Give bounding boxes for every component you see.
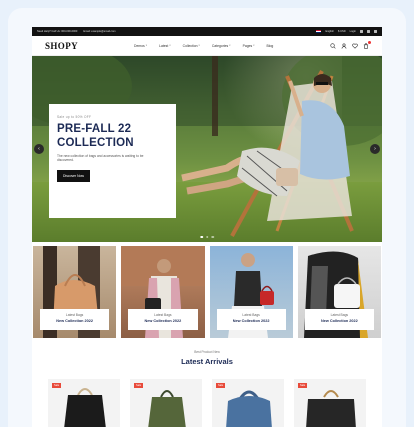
website-page: Need Help? Call Us: 000-000-0000 Email: … (32, 27, 382, 427)
product-card[interactable]: Sale (48, 379, 120, 427)
search-icon[interactable] (330, 42, 336, 49)
slider-prev-button[interactable]: ‹ (34, 144, 44, 154)
category-title: New Collection 2022 (232, 319, 270, 323)
cart-icon[interactable] (363, 40, 371, 49)
category-kicker: Latest Bags (65, 313, 84, 317)
product-card[interactable]: Sale (130, 379, 202, 427)
instagram-icon[interactable] (374, 30, 377, 33)
hero-kicker: Sale up to 50% OFF (57, 115, 92, 119)
category-card[interactable]: Latest Bags New Collection 2022 (297, 246, 381, 338)
product-image (226, 390, 272, 427)
slider-dot[interactable] (211, 235, 214, 238)
help-email: Email: example@email.com (83, 30, 116, 33)
twitter-icon[interactable] (367, 30, 370, 33)
slider-next-button[interactable]: › (370, 144, 380, 154)
category-banners: Latest Bags New Collection 2022 Latest B… (32, 242, 382, 338)
product-image (148, 390, 186, 427)
section-kicker: Best Product New (194, 350, 220, 354)
hero-title-line1: PRE-FALL 22 (57, 123, 132, 135)
hero-description: The new collection of bags and accessori… (57, 154, 144, 163)
category-kicker: Latest Bags (242, 313, 260, 317)
hero-title: PRE-FALL 22 COLLECTION (57, 122, 168, 150)
category-label: Latest Bags New Collection 2022 (216, 309, 286, 330)
hero-title-line2: COLLECTION (57, 137, 134, 149)
nav-item-categories[interactable]: Categories (212, 44, 231, 48)
category-card[interactable]: Latest Bags New Collection 2022 (33, 246, 117, 338)
top-bar: Need Help? Call Us: 000-000-0000 Email: … (32, 27, 382, 36)
hero-caption: Sale up to 50% OFF PRE-FALL 22 COLLECTIO… (49, 104, 176, 218)
nav-item-demos[interactable]: Demos (134, 44, 147, 48)
language-selector[interactable]: English (325, 27, 334, 36)
login-link[interactable]: Login (350, 27, 356, 36)
slider-dots (200, 235, 214, 238)
product-image (306, 390, 356, 427)
heart-icon[interactable] (352, 43, 358, 49)
category-card[interactable]: Latest Bags New Collection 2022 (209, 246, 293, 338)
logo[interactable]: SHOPY (45, 41, 78, 51)
user-icon[interactable] (341, 42, 347, 49)
product-card[interactable]: Sale (212, 379, 284, 427)
category-title: New Collection 2022 (144, 319, 182, 323)
category-label: Latest Bags New Collection 2022 (40, 309, 110, 330)
category-kicker: Latest Bags (330, 313, 349, 317)
section-title: Latest Arrivals (181, 357, 233, 366)
category-card[interactable]: Latest Bags New Collection 2022 (121, 246, 205, 338)
category-label: Latest Bags New Collection 2022 (304, 309, 374, 330)
flag-icon (316, 30, 322, 33)
nav-item-collection[interactable]: Collection (183, 44, 200, 48)
category-label: Latest Bags New Collection 2022 (128, 309, 198, 330)
currency-selector[interactable]: $ USD (338, 27, 346, 36)
facebook-icon[interactable] (360, 30, 363, 33)
slider-dot[interactable] (200, 235, 203, 238)
product-card[interactable]: Sale (294, 379, 366, 427)
slider-dot[interactable] (205, 235, 209, 238)
category-title: New Collection 2022 (321, 319, 358, 323)
main-header: SHOPY Demos Latest Collection Categories… (32, 36, 382, 56)
nav-item-blog[interactable]: Blog (267, 44, 275, 48)
cart-count-badge (367, 40, 371, 44)
help-phone: Need Help? Call Us: 000-000-0000 (37, 30, 78, 33)
nav-item-pages[interactable]: Pages (243, 44, 255, 48)
product-grid: Sale Sale Sale Sale (32, 366, 382, 427)
hero-slider: Sale up to 50% OFF PRE-FALL 22 COLLECTIO… (32, 56, 382, 242)
latest-arrivals-heading: Best Product New Latest Arrivals (32, 350, 382, 366)
category-kicker: Latest Bags (154, 313, 172, 317)
nav-item-latest[interactable]: Latest (159, 44, 171, 48)
discover-now-button[interactable]: Discover Now (57, 169, 90, 182)
main-menu: Demos Latest Collection Categories Pages… (134, 44, 274, 48)
product-image (64, 388, 106, 427)
category-title: New Collection 2022 (56, 319, 93, 323)
